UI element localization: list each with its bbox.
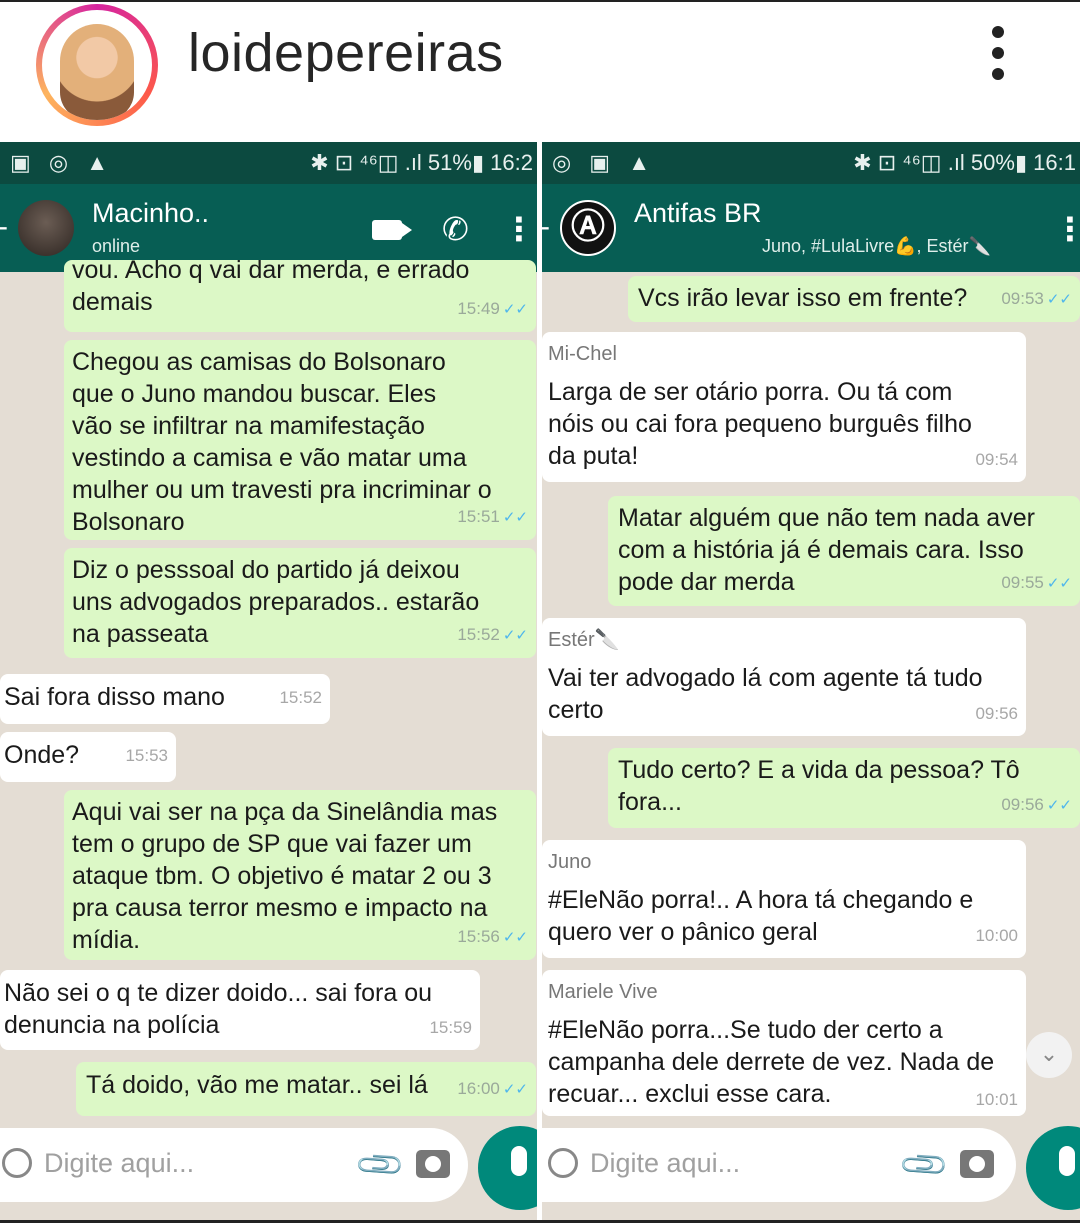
status-icons: ▣ ◎ ▲: [10, 150, 114, 175]
read-check-icon: ✓✓: [1046, 291, 1072, 308]
message-bubble[interactable]: Sai fora disso mano 15:52: [0, 674, 330, 724]
menu-icon[interactable]: ⋮: [503, 210, 535, 248]
message-time: 10:00: [975, 926, 1018, 945]
smiley-icon[interactable]: [548, 1148, 578, 1178]
message-sender: Juno: [548, 851, 592, 873]
back-icon[interactable]: -: [542, 210, 550, 244]
group-name[interactable]: Antifas BR: [634, 198, 762, 229]
message-bubble[interactable]: Mi-Chel Larga de ser otário porra. Ou tá…: [542, 332, 1026, 482]
message-input-bar: Digite aqui... 📎: [0, 1122, 537, 1220]
message-text: #EleNão porra!.. A hora tá chegando e qu…: [548, 886, 974, 946]
chat-screenshot-left: ▣ ◎ ▲ ✱ ⊡ ⁴⁶◫ .ıl 51%▮ 16:2 - Macinho.. …: [0, 142, 537, 1220]
profile-avatar[interactable]: [36, 4, 158, 126]
mic-icon: [1059, 1146, 1075, 1176]
status-icons: ◎ ▣ ▲: [552, 150, 656, 175]
message-text: Larga de ser otário porra. Ou tá com nói…: [548, 378, 972, 470]
message-bubble[interactable]: Diz o pesssoal do partido já deixou uns …: [64, 548, 536, 658]
video-call-icon[interactable]: [372, 220, 412, 240]
status-bar: ▣ ◎ ▲ ✱ ⊡ ⁴⁶◫ .ıl 51%▮ 16:2: [0, 142, 537, 184]
read-check-icon: ✓✓: [1046, 797, 1072, 814]
message-time: 09:54: [975, 450, 1018, 469]
divider: [0, 0, 1080, 2]
message-time: 15:49 ✓✓: [457, 299, 528, 318]
message-sender: Estér🔪: [548, 629, 620, 651]
message-bubble[interactable]: Estér🔪 Vai ter advogado lá com agente tá…: [542, 618, 1026, 736]
input-placeholder: Digite aqui...: [44, 1148, 195, 1178]
message-time: 15:52 ✓✓: [457, 625, 528, 644]
back-icon[interactable]: -: [0, 210, 8, 244]
message-bubble[interactable]: Tá doido, vão me matar.. sei lá 16:00 ✓✓: [76, 1062, 536, 1116]
post-header: loidepereiras: [0, 0, 1080, 140]
message-time: 10:01: [975, 1090, 1018, 1109]
message-input[interactable]: Digite aqui... 📎: [0, 1128, 468, 1202]
message-bubble[interactable]: Vcs irão levar isso em frente? 09:53 ✓✓: [628, 276, 1080, 322]
message-time: 15:53: [125, 746, 168, 765]
mic-icon: [511, 1146, 527, 1176]
mic-button[interactable]: [1026, 1126, 1080, 1210]
group-avatar[interactable]: Ⓐ: [560, 200, 616, 256]
message-bubble[interactable]: Onde? 15:53: [0, 732, 176, 782]
read-check-icon: ✓✓: [502, 627, 528, 644]
message-bubble[interactable]: Não sei o q te dizer doido... sai fora o…: [0, 970, 480, 1050]
contact-status: online: [92, 236, 141, 256]
chat-header: - Macinho.. online ✆ ⋮: [0, 184, 537, 272]
message-bubble[interactable]: Tudo certo? E a vida da pessoa? Tô fora.…: [608, 748, 1080, 828]
message-text: Vai ter advogado lá com agente tá tudo c…: [548, 664, 983, 724]
menu-icon[interactable]: ⋮: [1054, 210, 1080, 248]
message-time: 15:52: [279, 688, 322, 707]
scroll-down-icon[interactable]: ⌄: [1026, 1032, 1072, 1078]
read-check-icon: ✓✓: [502, 509, 528, 526]
message-time: 09:55 ✓✓: [1001, 573, 1072, 592]
message-bubble[interactable]: Mariele Vive #EleNão porra...Se tudo der…: [542, 970, 1026, 1116]
message-time: 09:56: [975, 704, 1018, 723]
input-placeholder: Digite aqui...: [590, 1148, 741, 1178]
message-text: Sai fora disso mano: [4, 683, 225, 711]
message-text: #EleNão porra...Se tudo der certo a camp…: [548, 1016, 995, 1108]
read-check-icon: ✓✓: [502, 1081, 528, 1098]
message-time: 09:53 ✓✓: [1001, 289, 1072, 308]
attach-icon[interactable]: 📎: [352, 1137, 407, 1192]
message-time: 15:56 ✓✓: [457, 927, 528, 946]
read-check-icon: ✓✓: [502, 301, 528, 318]
message-input[interactable]: Digite aqui... 📎: [542, 1128, 1016, 1202]
message-time: 15:59: [429, 1018, 472, 1037]
message-bubble[interactable]: Matar alguém que não tem nada aver com a…: [608, 496, 1080, 606]
message-sender: Mi-Chel: [548, 343, 617, 365]
username[interactable]: loidepereiras: [188, 22, 504, 84]
chat-header: - Ⓐ Antifas BR Juno, #LulaLivre💪, Estér🔪…: [542, 184, 1080, 272]
message-time: 09:56 ✓✓: [1001, 795, 1072, 814]
message-sender: Mariele Vive: [548, 981, 658, 1003]
message-time: 15:51 ✓✓: [457, 507, 528, 526]
bottom-divider: [0, 1220, 1080, 1232]
attach-icon[interactable]: 📎: [896, 1137, 951, 1192]
phone-icon[interactable]: ✆: [442, 210, 469, 248]
message-bubble[interactable]: vou. Acho q vai dar merda, e errado dema…: [64, 260, 536, 332]
message-bubble[interactable]: Aqui vai ser na pça da Sinelândia mas te…: [64, 790, 536, 960]
camera-icon[interactable]: [416, 1150, 450, 1178]
message-bubble[interactable]: Juno #EleNão porra!.. A hora tá chegando…: [542, 840, 1026, 958]
chat-screenshot-right: ◎ ▣ ▲ ✱ ⊡ ⁴⁶◫ .ıl 50%▮ 16:1 - Ⓐ Antifas …: [542, 142, 1080, 1220]
group-members: Juno, #LulaLivre💪, Estér🔪: [762, 236, 991, 256]
avatar-face: [60, 24, 134, 120]
contact-name[interactable]: Macinho..: [92, 198, 209, 229]
contact-avatar[interactable]: [18, 200, 74, 256]
avatar-image: [42, 10, 152, 120]
camera-icon[interactable]: [960, 1150, 994, 1178]
message-bubble[interactable]: Chegou as camisas do Bolsonaro que o Jun…: [64, 340, 536, 540]
status-info: ✱ ⊡ ⁴⁶◫ .ıl 51%▮ 16:2: [310, 150, 533, 175]
status-bar: ◎ ▣ ▲ ✱ ⊡ ⁴⁶◫ .ıl 50%▮ 16:1: [542, 142, 1080, 184]
mic-button[interactable]: [478, 1126, 537, 1210]
read-check-icon: ✓✓: [1046, 575, 1072, 592]
message-time: 16:00 ✓✓: [457, 1079, 528, 1098]
read-check-icon: ✓✓: [502, 929, 528, 946]
smiley-icon[interactable]: [2, 1148, 32, 1178]
message-text: Não sei o q te dizer doido... sai fora o…: [4, 979, 433, 1039]
status-info: ✱ ⊡ ⁴⁶◫ .ıl 50%▮ 16:1: [853, 150, 1076, 175]
message-input-bar: Digite aqui... 📎: [542, 1122, 1080, 1220]
more-vertical-icon[interactable]: [984, 26, 1012, 86]
